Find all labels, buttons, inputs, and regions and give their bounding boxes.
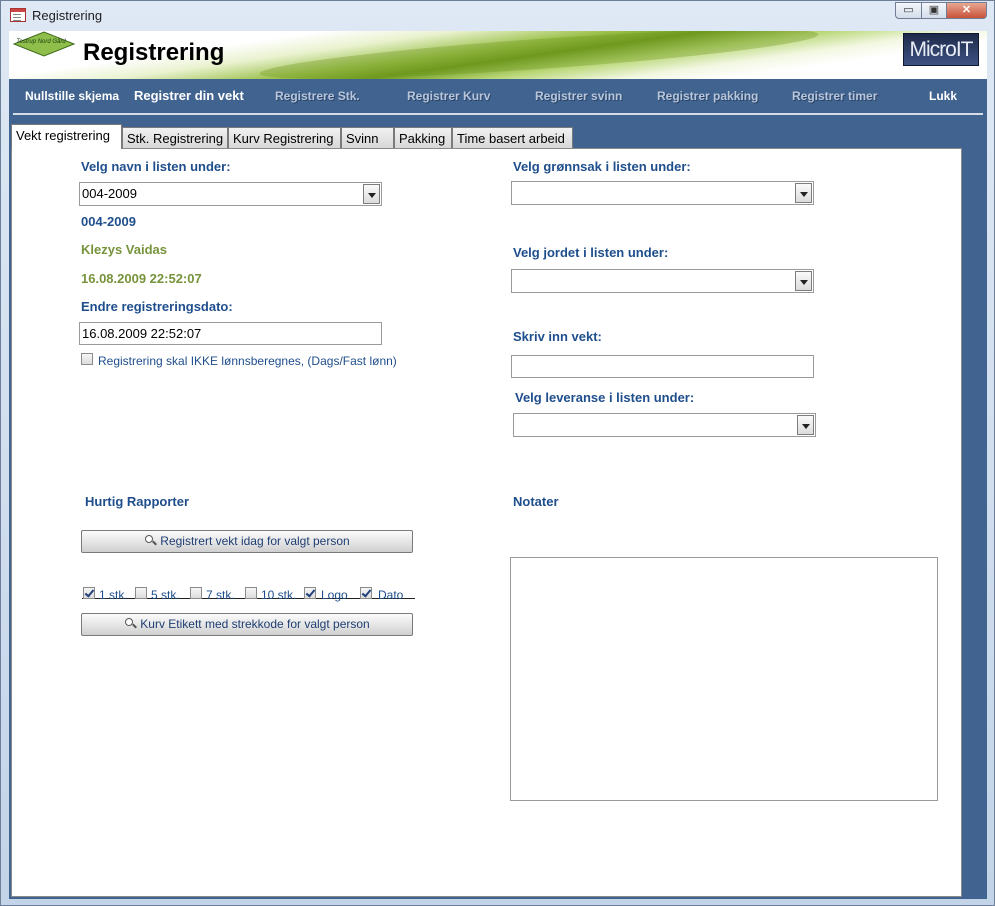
option-10-stk-label: 10 stk. bbox=[261, 588, 297, 602]
basket-label-button[interactable]: Kurv Etikett med strekkode for valgt per… bbox=[81, 613, 413, 636]
close-form-button[interactable]: Lukk bbox=[929, 79, 957, 113]
weight-today-report-label: Registrert vekt idag for valgt person bbox=[160, 534, 350, 548]
form-client-area: Tostrup Nord Gård Registrering MicroIT N… bbox=[9, 31, 987, 899]
option-date-label: Dato bbox=[378, 588, 404, 602]
register-basket-button[interactable]: Registrer Kurv bbox=[407, 79, 490, 113]
name-combo[interactable]: 004-2009 bbox=[79, 182, 382, 206]
option-7-stk-checkbox[interactable] bbox=[190, 587, 202, 599]
brand-logo: MicroIT bbox=[903, 33, 979, 66]
close-button[interactable]: ✕ bbox=[946, 2, 987, 19]
delivery-combo[interactable] bbox=[513, 413, 816, 437]
notes-textarea[interactable] bbox=[510, 557, 938, 801]
command-bar: Nullstille skjema Registrer din vekt Reg… bbox=[13, 79, 983, 115]
tab-time-based-work[interactable]: Time basert arbeid bbox=[452, 127, 573, 148]
page-title: Registrering bbox=[83, 39, 225, 66]
tab-strip: Vekt registrering Stk. Registrering Kurv… bbox=[11, 124, 981, 149]
weight-input[interactable] bbox=[511, 355, 814, 378]
print-preview-icon bbox=[124, 618, 138, 630]
person-name: Klezys Vaidas bbox=[81, 242, 167, 257]
tab-waste[interactable]: Svinn bbox=[341, 127, 394, 148]
form-icon bbox=[10, 8, 26, 22]
print-preview-icon bbox=[144, 535, 158, 547]
option-1-stk-label: 1 stk. bbox=[99, 588, 128, 602]
application-window: Registrering ▭ ▣ ✕ Tostrup Nord Gård Reg… bbox=[0, 0, 995, 906]
vegetable-combo[interactable] bbox=[511, 181, 814, 205]
tab-weight-registration[interactable]: Vekt registrering bbox=[11, 124, 122, 149]
logo-text: Tostrup Nord Gård bbox=[16, 39, 66, 45]
chevron-down-icon[interactable] bbox=[797, 415, 814, 435]
option-10-stk-checkbox[interactable] bbox=[245, 587, 257, 599]
selected-id: 004-2009 bbox=[81, 214, 136, 229]
maximize-button[interactable]: ▣ bbox=[921, 2, 947, 19]
chevron-down-icon[interactable] bbox=[795, 271, 812, 291]
option-5-stk-label: 5 stk. bbox=[151, 588, 180, 602]
vegetable-label: Velg grønnsak i listen under: bbox=[513, 159, 691, 174]
registration-datetime: 16.08.2009 22:52:07 bbox=[81, 271, 202, 286]
notes-heading: Notater bbox=[513, 494, 559, 509]
chevron-down-icon[interactable] bbox=[795, 183, 812, 203]
field-label: Velg jordet i listen under: bbox=[513, 245, 669, 260]
register-waste-button[interactable]: Registrer svinn bbox=[535, 79, 622, 113]
change-date-label: Endre registreringsdato: bbox=[81, 299, 233, 314]
option-1-stk-checkbox[interactable] bbox=[83, 587, 95, 599]
register-weight-button[interactable]: Registrer din vekt bbox=[134, 79, 244, 113]
tab-piece-registration[interactable]: Stk. Registrering bbox=[122, 127, 228, 148]
quick-reports-heading: Hurtig Rapporter bbox=[85, 494, 189, 509]
register-hours-button[interactable]: Registrer timer bbox=[792, 79, 877, 113]
register-pieces-button[interactable]: Registrere Stk. bbox=[275, 79, 360, 113]
tab-packing[interactable]: Pakking bbox=[394, 127, 452, 148]
option-date-checkbox[interactable] bbox=[360, 587, 372, 599]
name-label: Velg navn i listen under: bbox=[81, 159, 231, 174]
title-bar[interactable]: Registrering ▭ ▣ ✕ bbox=[1, 1, 994, 31]
weight-label: Skriv inn vekt: bbox=[513, 329, 602, 344]
change-date-input[interactable]: 16.08.2009 22:52:07 bbox=[79, 322, 382, 345]
weight-registration-panel: Velg navn i listen under: 004-2009 004-2… bbox=[11, 148, 962, 897]
option-logo-checkbox[interactable] bbox=[304, 587, 316, 599]
tab-basket-registration[interactable]: Kurv Registrering bbox=[228, 127, 341, 148]
no-salary-checkbox[interactable] bbox=[81, 353, 93, 365]
header-banner: Tostrup Nord Gård Registrering MicroIT bbox=[9, 31, 987, 79]
option-7-stk-label: 7 stk. bbox=[206, 588, 235, 602]
no-salary-label: Registrering skal IKKE lønnsberegnes, (D… bbox=[98, 354, 397, 368]
weight-today-report-button[interactable]: Registrert vekt idag for valgt person bbox=[81, 530, 413, 553]
reset-form-button[interactable]: Nullstille skjema bbox=[25, 79, 119, 113]
field-combo[interactable] bbox=[511, 269, 814, 293]
minimize-button[interactable]: ▭ bbox=[895, 2, 922, 19]
chevron-down-icon[interactable] bbox=[363, 184, 380, 204]
banner-swoosh bbox=[258, 31, 820, 79]
window-title: Registrering bbox=[32, 8, 103, 23]
option-logo-label: Logo bbox=[321, 588, 348, 602]
delivery-label: Velg leveranse i listen under: bbox=[515, 390, 695, 405]
name-combo-value: 004-2009 bbox=[82, 186, 137, 201]
option-5-stk-checkbox[interactable] bbox=[135, 587, 147, 599]
basket-label-button-label: Kurv Etikett med strekkode for valgt per… bbox=[140, 617, 370, 631]
register-packing-button[interactable]: Registrer pakking bbox=[657, 79, 758, 113]
